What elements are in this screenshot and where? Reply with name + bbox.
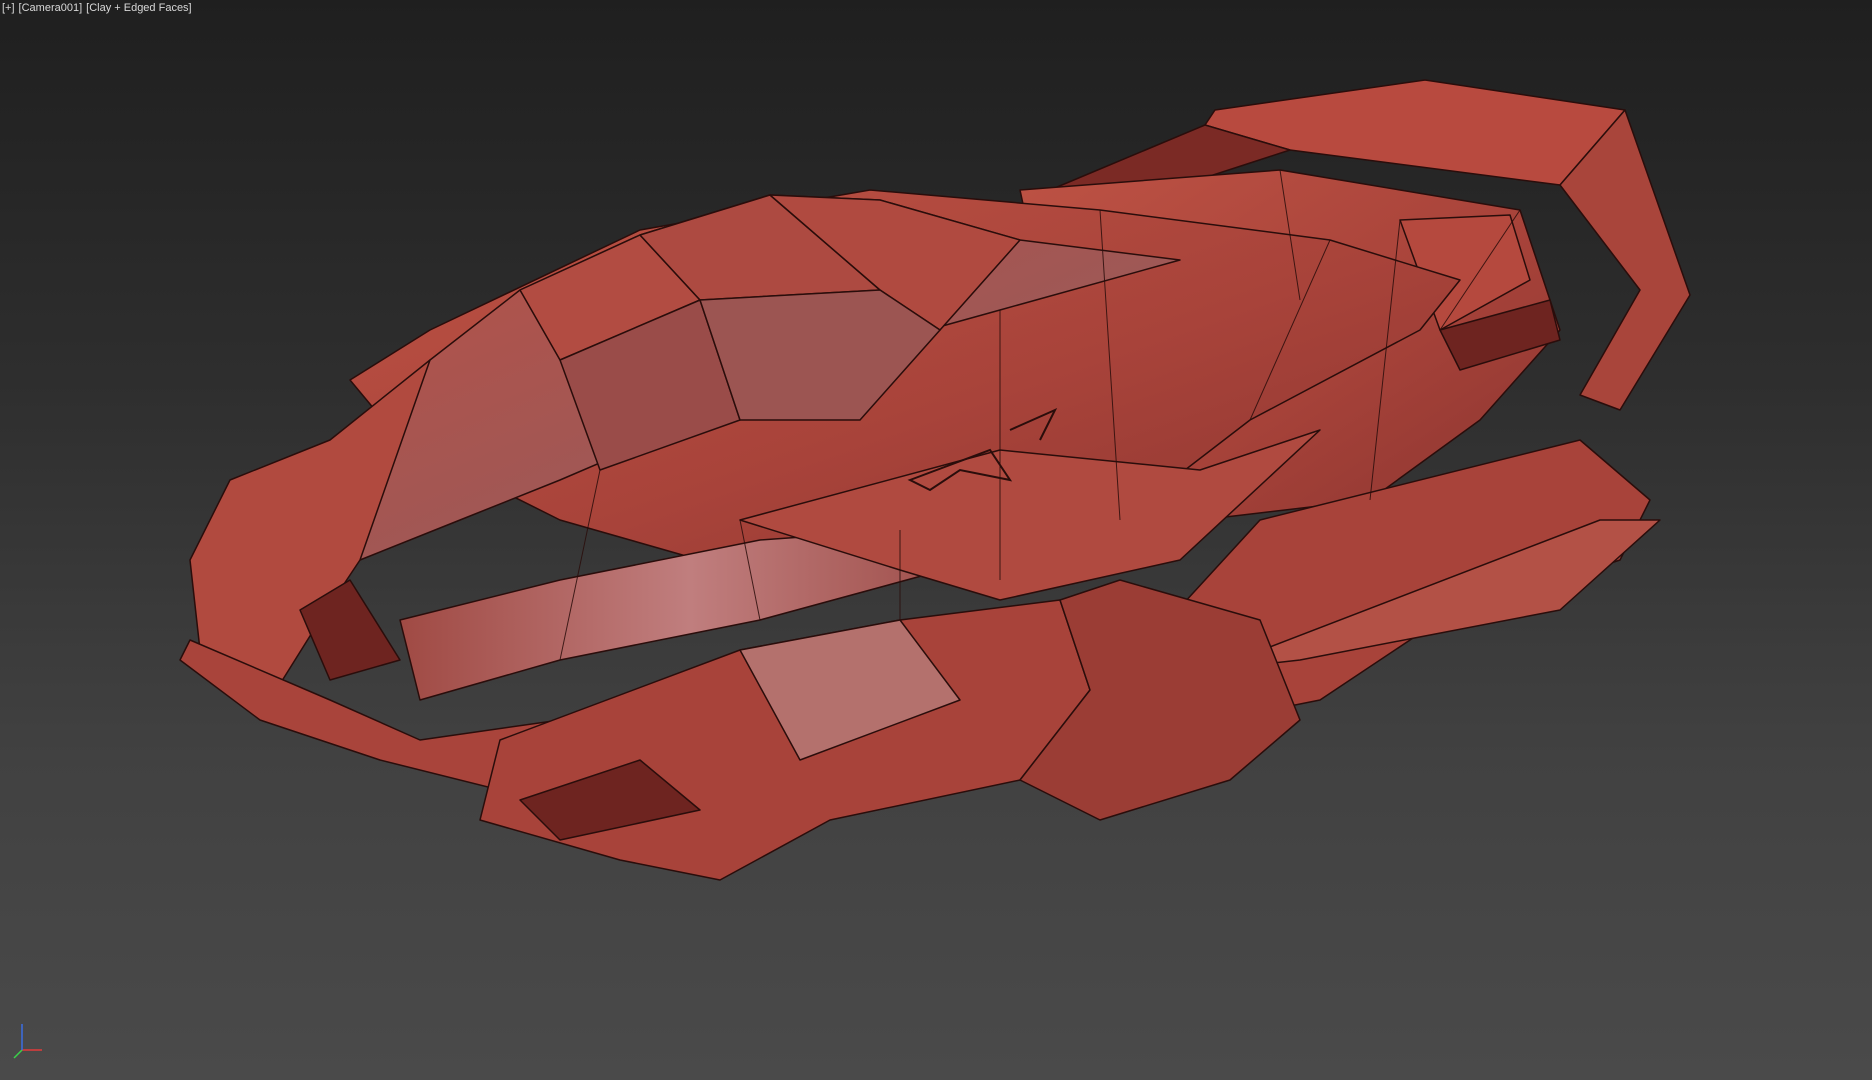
- 3d-viewport[interactable]: [+] [Camera001] [Clay + Edged Faces]: [0, 0, 1872, 1080]
- axis-y-icon: [13, 1049, 23, 1059]
- rear-spoiler-top: [1204, 79, 1626, 186]
- spaceship-model[interactable]: [0, 0, 1872, 1080]
- axis-gizmo: [13, 1024, 42, 1059]
